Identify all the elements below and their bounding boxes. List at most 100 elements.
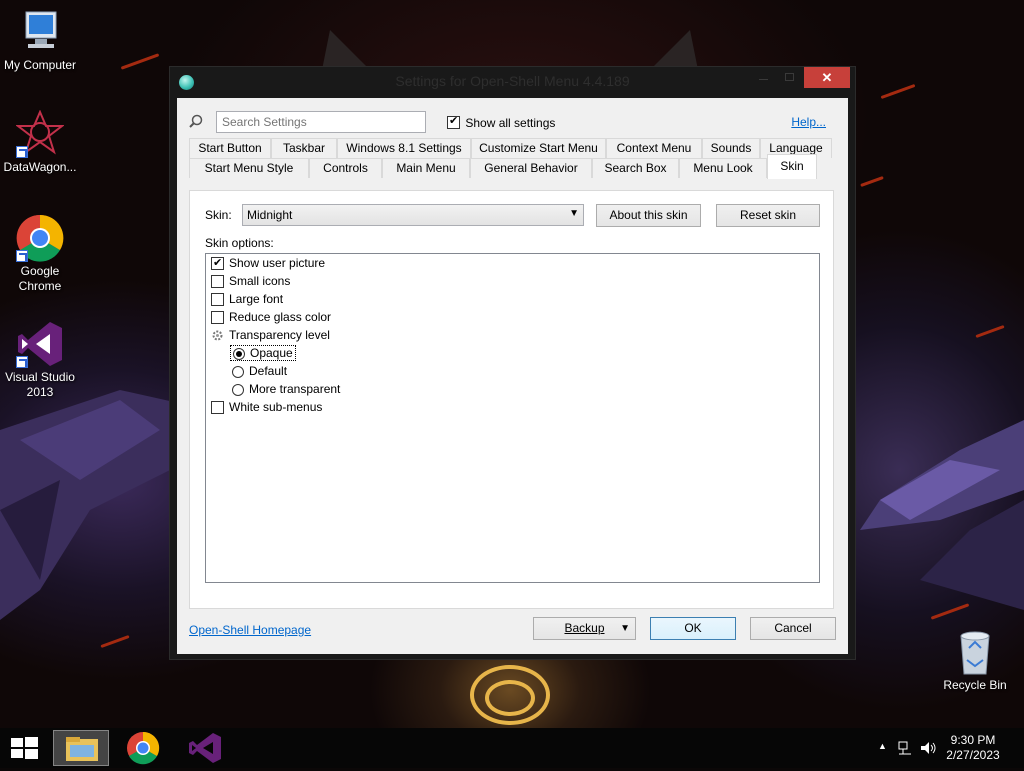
option-more-transparent[interactable]: More transparent: [232, 381, 340, 399]
ok-button[interactable]: OK: [650, 617, 736, 640]
show-all-settings-checkbox[interactable]: Show all settings: [447, 114, 556, 130]
opaque-focus: Opaque: [230, 345, 296, 361]
option-label: White sub-menus: [229, 400, 323, 414]
about-skin-button[interactable]: About this skin: [596, 204, 701, 227]
close-icon: ✕: [821, 70, 833, 85]
tab-start-button[interactable]: Start Button: [189, 138, 271, 158]
reduce-glass-color-checkbox[interactable]: [211, 311, 224, 325]
more-transparent-radio[interactable]: [232, 383, 244, 396]
option-label: Reduce glass color: [229, 310, 332, 324]
desktop-icon-my-computer[interactable]: My Computer: [0, 8, 80, 73]
show-user-picture-checkbox[interactable]: [211, 255, 224, 271]
skin-label: Skin:: [205, 208, 232, 222]
network-icon[interactable]: [897, 740, 913, 756]
option-label: Transparency level: [229, 328, 330, 342]
maximize-button[interactable]: [777, 67, 803, 88]
reset-skin-button[interactable]: Reset skin: [716, 204, 820, 227]
option-small-icons[interactable]: Small icons: [211, 273, 290, 291]
tab-customize-start-menu[interactable]: Customize Start Menu: [471, 138, 606, 158]
default-radio[interactable]: [232, 365, 244, 378]
tab-general-behavior[interactable]: General Behavior: [470, 158, 592, 178]
backup-label: Backup: [564, 621, 605, 635]
small-icons-checkbox[interactable]: [211, 275, 224, 289]
taskbar-chrome[interactable]: [115, 730, 171, 766]
large-font-checkbox[interactable]: [211, 293, 224, 307]
visual-studio-icon: [189, 733, 221, 763]
help-link[interactable]: Help...: [791, 115, 826, 129]
wallpaper-spark: [120, 53, 160, 70]
wallpaper-spark: [880, 83, 916, 100]
tab-start-menu-style[interactable]: Start Menu Style: [189, 158, 309, 178]
chevron-down-icon: ▼: [569, 208, 579, 219]
white-sub-menus-checkbox[interactable]: [211, 401, 224, 415]
tab-main-menu[interactable]: Main Menu: [382, 158, 470, 178]
option-reduce-glass-color[interactable]: Reduce glass color: [211, 309, 331, 327]
taskbar-clock[interactable]: 9:30 PM 2/27/2023: [938, 733, 1008, 763]
option-label: Opaque: [250, 346, 293, 360]
desktop-icon-recycle-bin[interactable]: Recycle Bin: [935, 630, 1015, 693]
shortcut-arrow-icon: [16, 356, 28, 368]
show-all-check-box[interactable]: [447, 114, 460, 130]
minimize-button[interactable]: [750, 67, 777, 88]
tab-skin[interactable]: Skin: [767, 154, 817, 179]
skin-dropdown-value: Midnight: [247, 208, 293, 222]
taskbar-file-explorer[interactable]: [53, 730, 109, 766]
option-white-sub-menus[interactable]: White sub-menus: [211, 399, 322, 417]
skin-dropdown[interactable]: Midnight ▼: [242, 204, 584, 226]
cancel-button[interactable]: Cancel: [750, 617, 836, 640]
open-shell-homepage-link[interactable]: Open-Shell Homepage: [189, 623, 311, 637]
tab-context-menu[interactable]: Context Menu: [606, 138, 702, 158]
option-label: Large font: [229, 292, 284, 306]
tab-controls[interactable]: Controls: [309, 158, 382, 178]
option-large-font[interactable]: Large font: [211, 291, 283, 309]
show-all-label: Show all settings: [465, 115, 556, 130]
dropdown-arrow-icon: ▼: [620, 623, 630, 634]
desktop-icon-label: Google Chrome: [18, 264, 62, 293]
window-titlebar[interactable]: Settings for Open-Shell Menu 4.4.189 ✕: [170, 67, 855, 97]
wallpaper-spark: [100, 634, 130, 649]
taskbar: ▲ 9:30 PM 2/27/2023: [0, 728, 1024, 768]
desktop-icon-label: DataWagon...: [3, 160, 77, 174]
taskbar-visual-studio[interactable]: [177, 730, 233, 766]
tab-sounds[interactable]: Sounds: [702, 138, 760, 158]
search-icon: [189, 114, 203, 128]
wallpaper-spark: [860, 175, 884, 188]
wallpaper-glow-ring-inner: [485, 680, 535, 716]
desktop-icon-visual-studio[interactable]: Visual Studio 2013: [0, 320, 80, 400]
datawagon-icon: [15, 109, 65, 158]
system-tray: ▲ 9:30 PM 2/27/2023: [864, 728, 1024, 768]
backup-button[interactable]: Backup ▼: [533, 617, 636, 640]
windows-logo-icon: [11, 737, 38, 759]
shortcut-arrow-icon: [16, 250, 28, 262]
desktop-icon-label: Visual Studio 2013: [5, 370, 75, 399]
option-label: Default: [249, 364, 288, 378]
maximize-icon: [785, 73, 794, 81]
opaque-radio[interactable]: [233, 347, 245, 360]
computer-icon: [16, 8, 64, 56]
close-button[interactable]: ✕: [804, 67, 850, 88]
recycle-bin-icon: [955, 630, 995, 676]
option-transparency-level: Transparency level: [211, 327, 330, 345]
show-hidden-icons-icon[interactable]: ▲: [878, 741, 887, 751]
tab-windows-81-settings[interactable]: Windows 8.1 Settings: [337, 138, 471, 158]
option-default[interactable]: Default: [232, 363, 287, 381]
start-button[interactable]: [0, 728, 48, 768]
option-show-user-picture[interactable]: Show user picture: [211, 255, 325, 273]
tab-menu-look[interactable]: Menu Look: [679, 158, 767, 178]
desktop-icon-label: Recycle Bin: [943, 678, 1007, 692]
skin-tab-panel: Skin: Midnight ▼ About this skin Reset s…: [189, 190, 834, 609]
tab-taskbar[interactable]: Taskbar: [271, 138, 337, 158]
chrome-icon: [16, 214, 64, 262]
search-input[interactable]: [216, 111, 426, 133]
clock-date: 2/27/2023: [946, 748, 1000, 762]
desktop-icon-google-chrome[interactable]: Google Chrome: [0, 214, 80, 294]
skin-options-list: Show user picture Small icons Large font…: [205, 253, 820, 583]
visual-studio-icon: [16, 320, 64, 368]
desktop-icon-datawagon[interactable]: DataWagon...: [0, 109, 80, 175]
file-explorer-icon: [66, 737, 98, 761]
option-label: Show user picture: [229, 256, 326, 270]
volume-icon[interactable]: [919, 740, 937, 756]
option-opaque[interactable]: Opaque: [230, 345, 296, 363]
tab-search-box[interactable]: Search Box: [592, 158, 679, 178]
gear-icon: [212, 330, 223, 341]
